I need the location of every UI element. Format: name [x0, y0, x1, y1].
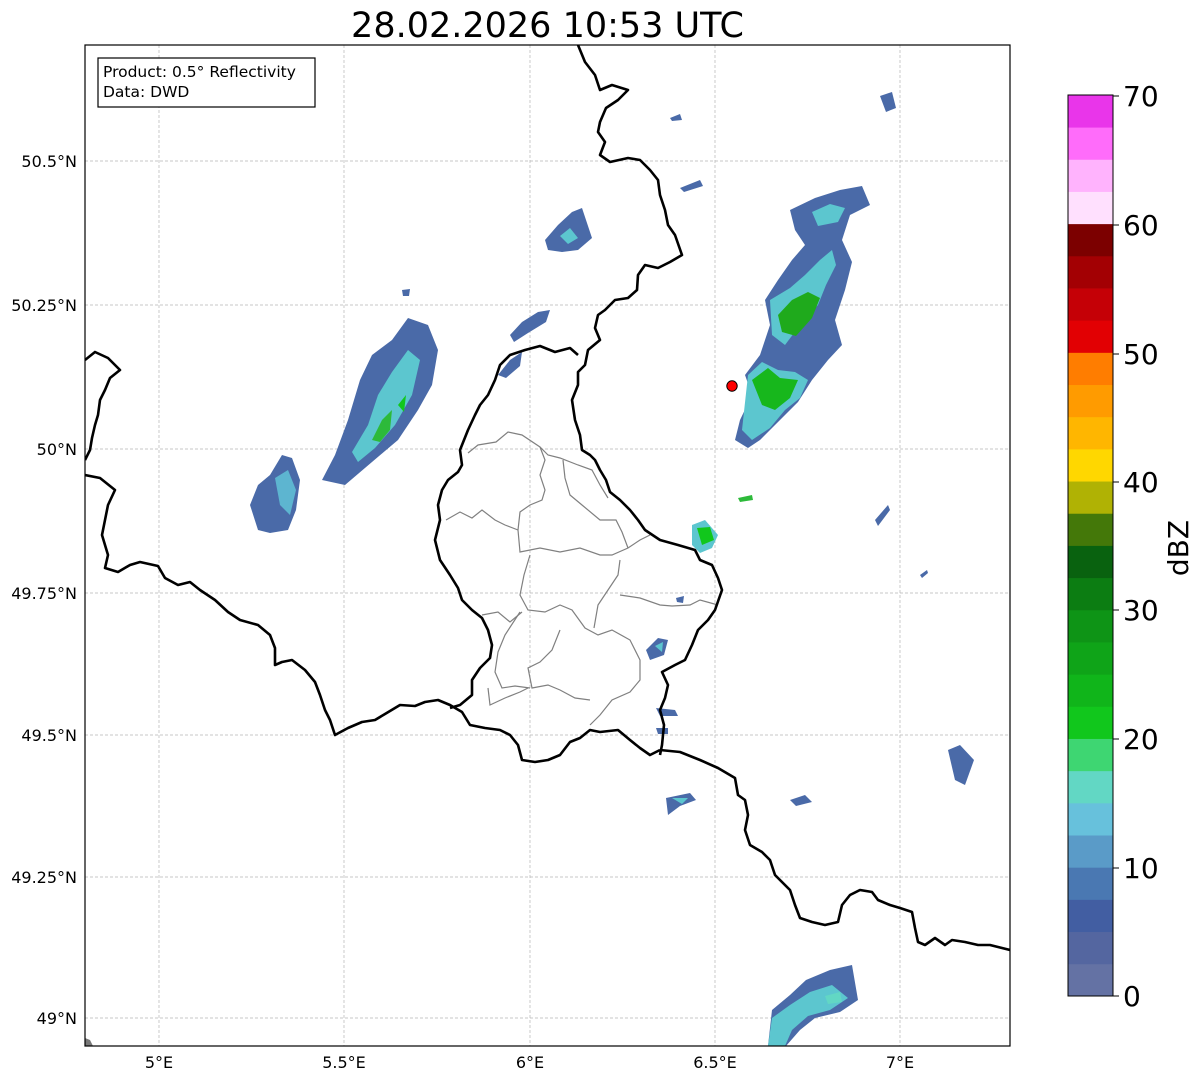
lat-tick-labels: 50.5°N 50.25°N 50°N 49.75°N 49.5°N 49.25…	[11, 152, 77, 1028]
colorbar-label: dBZ	[1162, 520, 1195, 576]
colorbar-swatch	[1068, 352, 1113, 386]
lat-tick-label: 49.75°N	[11, 584, 77, 603]
colorbar-swatch	[1068, 609, 1113, 643]
colorbar-tick-labels: 70 60 50 40 30 20 10 0	[1123, 80, 1159, 1013]
colorbar-swatch	[1068, 255, 1113, 289]
colorbar-tick-label: 50	[1123, 338, 1159, 371]
colorbar-swatch	[1068, 899, 1113, 933]
lat-tick-label: 49°N	[37, 1009, 77, 1028]
lon-tick-label: 5°E	[145, 1053, 173, 1072]
colorbar-swatch	[1068, 706, 1113, 739]
colorbar-swatch	[1068, 95, 1113, 128]
colorbar-swatch	[1068, 448, 1113, 482]
lon-tick-labels: 5°E 5.5°E 6°E 6.5°E 7°E	[145, 1053, 914, 1072]
colorbar-swatch	[1068, 481, 1113, 514]
colorbar-swatch	[1068, 127, 1113, 160]
colorbar-swatch	[1068, 513, 1113, 546]
colorbar-swatch	[1068, 674, 1113, 707]
colorbar-swatch	[1068, 191, 1113, 225]
plot-area	[85, 45, 1010, 1046]
colorbar-swatch	[1068, 288, 1113, 321]
colorbar-swatch	[1068, 642, 1113, 675]
info-product: Product: 0.5° Reflectivity	[103, 63, 296, 81]
lat-tick-label: 50.25°N	[11, 296, 77, 315]
colorbar-tick-label: 70	[1123, 80, 1159, 113]
colorbar-ticks	[1113, 95, 1119, 997]
colorbar-swatch	[1068, 802, 1113, 836]
colorbar-swatch	[1068, 320, 1113, 353]
colorbar-swatch	[1068, 159, 1113, 192]
colorbar-tick-label: 30	[1123, 594, 1159, 627]
colorbar-swatch	[1068, 835, 1113, 868]
lon-tick-label: 7°E	[886, 1053, 914, 1072]
colorbar-swatch	[1068, 384, 1113, 418]
colorbar-swatches	[1068, 95, 1113, 997]
radar-map: Product: 0.5° Reflectivity Data: DWD 5°E…	[11, 44, 1011, 1072]
colorbar-swatch	[1068, 545, 1113, 579]
colorbar-swatch	[1068, 931, 1113, 965]
lat-tick-label: 49.25°N	[11, 868, 77, 887]
colorbar-swatch	[1068, 738, 1113, 772]
colorbar-tick-label: 0	[1123, 980, 1141, 1013]
lon-tick-label: 5.5°E	[322, 1053, 366, 1072]
lat-tick-label: 49.5°N	[21, 726, 77, 745]
lon-tick-label: 6.5°E	[693, 1053, 737, 1072]
colorbar-swatch	[1068, 867, 1113, 900]
colorbar-swatch	[1068, 577, 1113, 611]
colorbar-tick-label: 10	[1123, 852, 1159, 885]
colorbar-swatch	[1068, 770, 1113, 804]
info-box: Product: 0.5° Reflectivity Data: DWD	[97, 57, 316, 108]
lat-tick-label: 50°N	[37, 440, 77, 459]
radar-site-marker	[726, 380, 738, 392]
lat-tick-label: 50.5°N	[21, 152, 77, 171]
colorbar-tick-label: 20	[1123, 723, 1159, 756]
colorbar-swatch	[1068, 963, 1113, 997]
lon-tick-label: 6°E	[516, 1053, 544, 1072]
colorbar-frame	[1067, 94, 1114, 997]
info-data-source: Data: DWD	[103, 83, 189, 101]
colorbar-swatch	[1068, 416, 1113, 450]
colorbar-swatch	[1068, 223, 1113, 257]
colorbar-tick-label: 60	[1123, 209, 1159, 242]
colorbar-tick-label: 40	[1123, 466, 1159, 499]
